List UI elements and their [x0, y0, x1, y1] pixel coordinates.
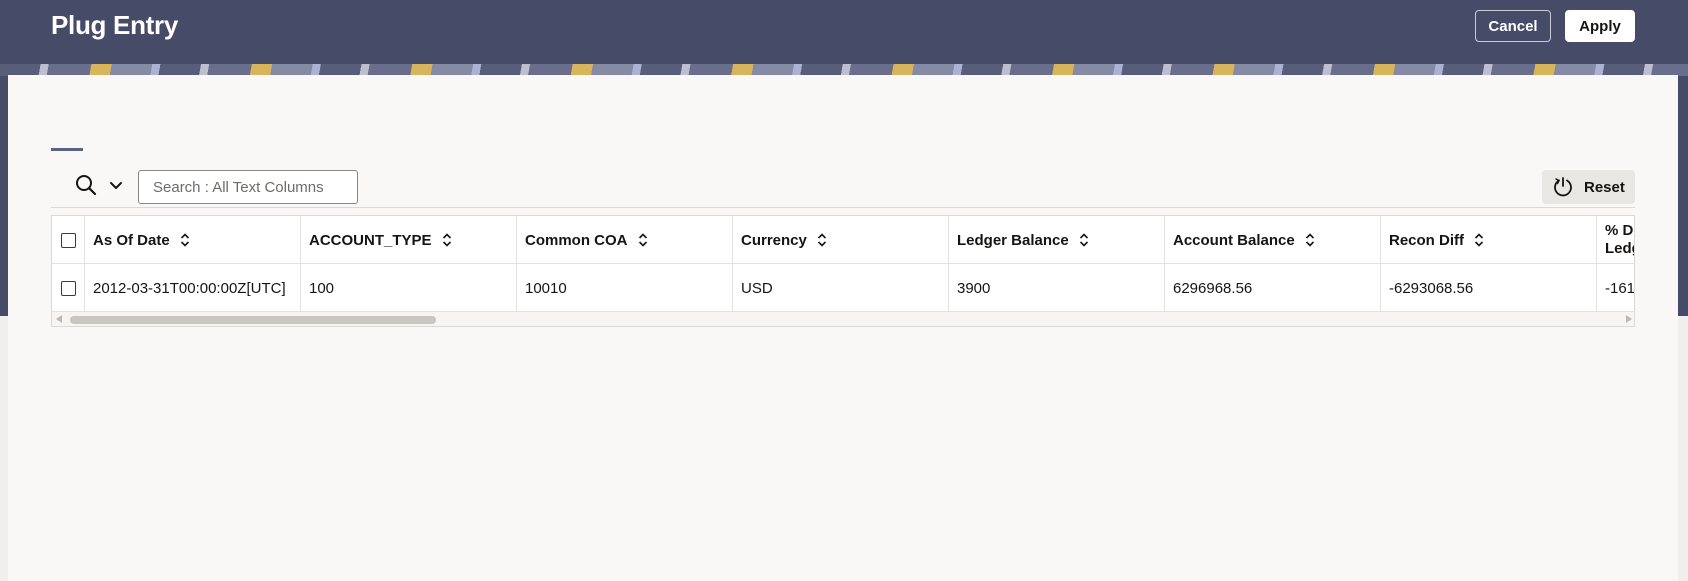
sort-icon[interactable] [638, 233, 648, 247]
column-header-ledger-balance[interactable]: Ledger Balance [949, 216, 1165, 264]
column-header-label: Recon Diff [1389, 231, 1464, 249]
search-icon[interactable] [74, 173, 98, 197]
column-header-recon-diff[interactable]: Recon Diff [1381, 216, 1597, 264]
apply-button[interactable]: Apply [1565, 10, 1635, 42]
reset-button[interactable]: Reset [1542, 170, 1635, 204]
column-header-label: ACCOUNT_TYPE [309, 231, 432, 249]
table-cell-currency: USD [733, 264, 949, 312]
chevron-down-icon[interactable] [108, 178, 124, 194]
toolbar-divider [51, 207, 1635, 208]
column-header-label: Common COA [525, 231, 628, 249]
select-all-checkbox[interactable] [61, 232, 76, 248]
tab-indicator [51, 148, 83, 151]
table-cell-ledger-balance: 3900 [949, 264, 1165, 312]
sort-icon[interactable] [180, 233, 190, 247]
column-header-label-two-line: % Di Ledg [1605, 222, 1635, 258]
column-header-account-type[interactable]: ACCOUNT_TYPE [301, 216, 517, 264]
table-header-row: As Of Date ACCOUNT_TYPE Common COA Curre… [52, 216, 1635, 264]
sort-icon[interactable] [442, 233, 452, 247]
sort-icon[interactable] [817, 233, 827, 247]
scroll-left-arrow-icon[interactable] [56, 315, 62, 323]
page-title: Plug Entry [51, 10, 179, 40]
power-reset-icon [1552, 176, 1574, 198]
select-all-cell [52, 216, 85, 264]
column-header-currency[interactable]: Currency [733, 216, 949, 264]
table-cell-recon-diff: -6293068.56 [1381, 264, 1597, 312]
table-cell-pct-diff-ledger: -161 [1605, 279, 1635, 297]
table-cell-as-of-date: 2012-03-31T00:00:00Z[UTC] [85, 264, 301, 312]
column-header-as-of-date[interactable]: As Of Date [85, 216, 301, 264]
data-grid: As Of Date ACCOUNT_TYPE Common COA Curre… [51, 215, 1635, 327]
table-cell-account-balance: 6296968.56 [1165, 264, 1381, 312]
reset-label: Reset [1584, 178, 1625, 196]
column-header-label: Account Balance [1173, 231, 1295, 249]
row-select-cell [52, 264, 85, 312]
column-header-pct-diff-ledger[interactable]: % Di Ledg [1597, 216, 1635, 264]
table-row[interactable]: 2012-03-31T00:00:00Z[UTC] 100 10010 USD … [52, 264, 1635, 312]
column-header-label-line1: % Di [1605, 222, 1635, 239]
row-checkbox[interactable] [61, 280, 76, 296]
sort-icon[interactable] [1305, 233, 1315, 247]
column-header-label: Currency [741, 231, 807, 249]
scroll-right-arrow-icon[interactable] [1626, 315, 1632, 323]
column-header-account-balance[interactable]: Account Balance [1165, 216, 1381, 264]
sort-icon[interactable] [1079, 233, 1089, 247]
column-header-common-coa[interactable]: Common COA [517, 216, 733, 264]
sort-icon[interactable] [1474, 233, 1484, 247]
cancel-button[interactable]: Cancel [1475, 10, 1551, 42]
column-header-label-line2: Ledg [1605, 240, 1634, 257]
search-input[interactable] [138, 170, 358, 204]
table-cell-common-coa: 10010 [517, 264, 733, 312]
scrollbar-thumb[interactable] [70, 316, 436, 324]
column-header-label: Ledger Balance [957, 231, 1069, 249]
column-header-label: As Of Date [93, 231, 170, 249]
table-cell-account-type: 100 [301, 264, 517, 312]
content-panel [8, 75, 1678, 581]
horizontal-scrollbar[interactable] [52, 312, 1634, 326]
